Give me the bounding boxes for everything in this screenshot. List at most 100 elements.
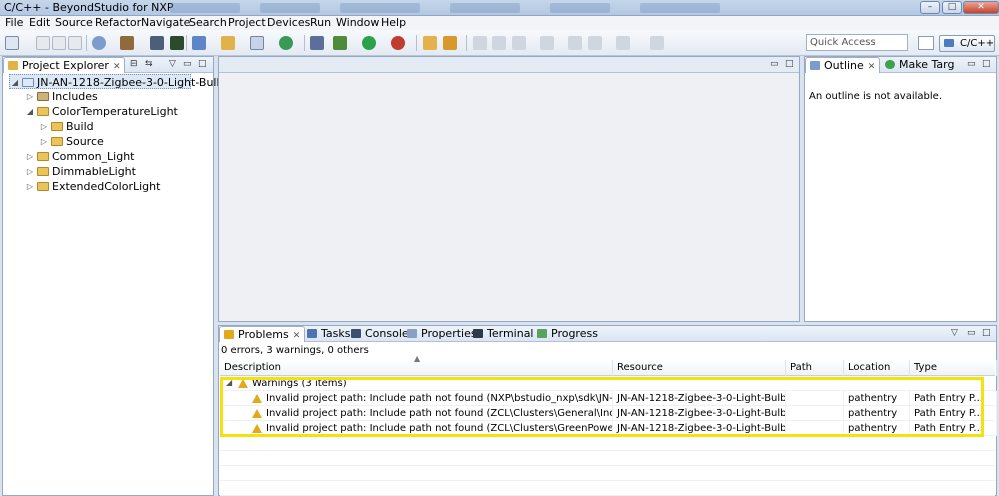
column-location[interactable]: Location	[844, 360, 910, 376]
run-icon[interactable]	[362, 36, 376, 50]
collapse-arrow-icon[interactable]: ▷	[25, 89, 35, 104]
collapse-arrow-icon[interactable]: ▷	[25, 164, 35, 179]
close-button[interactable]: ✕	[963, 1, 999, 14]
expand-arrow-icon[interactable]: ◢	[10, 75, 20, 90]
maximize-view-icon[interactable]: □	[198, 59, 207, 70]
link-editor-icon[interactable]: ⇆	[145, 59, 153, 70]
collapse-arrow-icon[interactable]: ▷	[25, 179, 35, 194]
last-edit-icon[interactable]	[568, 36, 582, 50]
open-perspective-icon[interactable]	[918, 36, 934, 50]
menu-project[interactable]: Project	[228, 16, 266, 30]
folder-icon	[37, 152, 49, 161]
folder-icon	[51, 137, 63, 146]
hammer-icon[interactable]	[120, 36, 134, 50]
menu-run[interactable]: Run	[310, 16, 331, 30]
tree-item-common-light[interactable]: ▷ Common_Light	[25, 149, 175, 164]
save-all-icon[interactable]	[52, 36, 66, 50]
collapse-arrow-icon[interactable]: ▷	[39, 134, 49, 149]
collapse-all-icon[interactable]: ⊟	[130, 59, 138, 70]
table-row[interactable]: Invalid project path: Include path not f…	[220, 391, 997, 406]
new-icon[interactable]	[5, 36, 19, 50]
tab-progress[interactable]: Progress	[533, 326, 602, 342]
expand-arrow-icon[interactable]: ◢	[226, 378, 232, 387]
tree-item-source[interactable]: ▷ Source	[39, 134, 179, 149]
build-config-icon[interactable]	[92, 36, 106, 50]
minimize-view-icon[interactable]: ▭	[967, 59, 976, 70]
tree-item-extendedcolorlight[interactable]: ▷ ExtendedColorLight	[25, 179, 185, 194]
tab-outline[interactable]: Outline ✕	[805, 57, 881, 73]
menu-window[interactable]: Window	[336, 16, 379, 30]
maximize-view-icon[interactable]: □	[982, 59, 991, 70]
debug-icon[interactable]	[333, 36, 347, 50]
external-tools-icon[interactable]	[391, 36, 405, 50]
open-folder-icon[interactable]	[423, 36, 437, 50]
print-icon[interactable]	[68, 36, 82, 50]
resource-cell: JN-AN-1218-Zigbee-3-0-Light-Bulb	[613, 406, 786, 421]
outline-icon	[810, 61, 820, 70]
view-menu-icon[interactable]: ▽	[951, 328, 958, 339]
tab-project-explorer[interactable]: Project Explorer ✕	[3, 57, 126, 73]
close-tab-icon[interactable]: ✕	[868, 62, 876, 72]
new-file-icon[interactable]	[250, 36, 264, 50]
menu-help[interactable]: Help	[381, 16, 406, 30]
tree-item-includes[interactable]: ▷ Includes	[25, 89, 175, 104]
table-row[interactable]: Invalid project path: Include path not f…	[220, 421, 997, 436]
perspective-button-cpp[interactable]: C/C++	[939, 35, 995, 52]
close-tab-icon[interactable]: ✕	[113, 62, 121, 72]
menu-refactor[interactable]: Refactor	[95, 16, 141, 30]
new-class-icon[interactable]	[279, 36, 293, 50]
annotation-icon[interactable]	[473, 36, 487, 50]
maximize-view-icon[interactable]: □	[982, 328, 991, 339]
forward-icon[interactable]	[616, 36, 630, 50]
project-tree: ◢ JN-AN-1218-Zigbee-3-0-Light-Bulb ▷ Inc…	[5, 74, 223, 495]
flash-icon[interactable]	[170, 36, 184, 50]
show-whitespace-icon[interactable]	[492, 36, 506, 50]
maximize-button[interactable]: □	[942, 1, 962, 14]
type-cell: Path Entry P...	[910, 406, 997, 421]
toolchain-icon[interactable]	[150, 36, 164, 50]
toggle-breakpoint-icon[interactable]	[310, 36, 324, 50]
table-row[interactable]: Invalid project path: Include path not f…	[220, 406, 997, 421]
pin-editor-icon[interactable]	[650, 36, 664, 50]
column-type[interactable]: Type	[910, 360, 997, 376]
tree-item-build[interactable]: ▷ Build	[39, 119, 179, 134]
minimize-button[interactable]: –	[920, 1, 940, 14]
column-resource[interactable]: Resource	[613, 360, 786, 376]
prev-annotation-icon[interactable]	[540, 36, 554, 50]
menu-devices[interactable]: Devices	[267, 16, 310, 30]
minimize-view-icon[interactable]: ▭	[183, 59, 192, 70]
collapse-arrow-icon[interactable]: ▷	[39, 119, 49, 134]
project-icon	[22, 78, 34, 87]
menu-edit[interactable]: Edit	[29, 16, 50, 30]
back-icon[interactable]	[588, 36, 602, 50]
quick-access-input[interactable]: Quick Access	[806, 34, 908, 51]
save-icon[interactable]	[36, 36, 50, 50]
outline-message: An outline is not available.	[809, 91, 942, 102]
minimize-view-icon[interactable]: ▭	[770, 59, 779, 70]
new-project-icon[interactable]	[192, 36, 206, 50]
new-folder-icon[interactable]	[221, 36, 235, 50]
expand-arrow-icon[interactable]: ◢	[25, 104, 35, 119]
problems-table: ▲ Description Resource Path Location Typ…	[220, 354, 997, 496]
search-icon[interactable]	[443, 36, 457, 50]
tree-item-dimmablelight[interactable]: ▷ DimmableLight	[25, 164, 175, 179]
menu-navigate[interactable]: Navigate	[141, 16, 190, 30]
tab-make-target[interactable]: Make Targ	[881, 57, 958, 73]
menu-file[interactable]: File	[5, 16, 23, 30]
menu-search[interactable]: Search	[189, 16, 227, 30]
description-cell: Invalid project path: Include path not f…	[262, 391, 613, 406]
tab-problems[interactable]: Problems ✕	[219, 326, 306, 342]
menu-source[interactable]: Source	[55, 16, 93, 30]
view-menu-icon[interactable]: ▽	[169, 59, 176, 70]
close-tab-icon[interactable]: ✕	[293, 331, 301, 341]
collapse-arrow-icon[interactable]: ▷	[25, 149, 35, 164]
column-path[interactable]: Path	[786, 360, 844, 376]
minimize-view-icon[interactable]: ▭	[967, 328, 976, 339]
tree-item-colortemperaturelight[interactable]: ◢ ColorTemperatureLight	[25, 104, 185, 119]
column-description[interactable]: Description	[220, 360, 613, 376]
tree-item-project[interactable]: ◢ JN-AN-1218-Zigbee-3-0-Light-Bulb	[9, 74, 223, 90]
maximize-view-icon[interactable]: □	[785, 59, 794, 70]
tasks-icon	[307, 329, 317, 338]
warnings-group-row[interactable]: ◢ Warnings (3 items)	[220, 376, 995, 391]
next-annotation-icon[interactable]	[512, 36, 526, 50]
